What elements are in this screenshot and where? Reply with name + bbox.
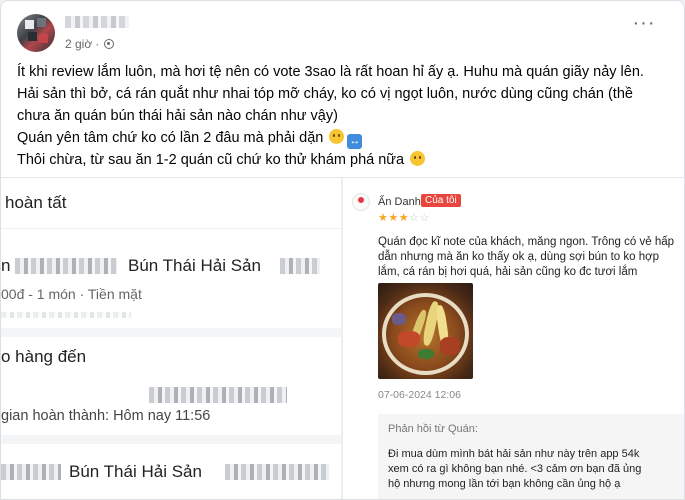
star-empty-icon: ☆ — [409, 212, 420, 224]
delivered-label: o hàng đến — [1, 347, 87, 366]
frowning-face-emoji — [410, 151, 426, 166]
order-status: hoàn tất — [5, 193, 67, 212]
order-payment: 00đ - 1 món · Tiền mặt — [1, 286, 142, 302]
more-options-icon[interactable]: ··· — [629, 13, 659, 37]
redacted-text — [1, 464, 61, 480]
shop-reply: Phản hồi từ Quán: Đi mua dùm mình bát hả… — [378, 414, 684, 499]
star-filled-icon: ★ — [378, 212, 389, 224]
post-line: chưa ăn quán bún thái hải sản nào chán n… — [17, 108, 338, 124]
star-filled-icon: ★ — [398, 212, 410, 224]
redacted-text — [149, 387, 287, 403]
globe-icon — [104, 39, 115, 49]
post-line: Hải sản thì bở, cá rán quắt như nhai tóp… — [17, 86, 633, 102]
redacted-text — [280, 258, 320, 274]
post-line-with-emoji: Thôi chừa, từ sau ăn 1-2 quán cũ chứ ko … — [17, 149, 677, 171]
smiling-face-emoji — [329, 129, 345, 144]
reviewer-avatar — [352, 193, 370, 211]
completed-time: gian hoàn thành: Hôm nay 11:56 — [1, 408, 211, 424]
star-empty-icon: ☆ — [419, 212, 430, 224]
rating-stars: ★★★☆☆ — [378, 211, 430, 224]
review-date: 07-06-2024 12:06 — [378, 389, 461, 401]
shop-prefix: n — [1, 256, 11, 275]
post-line-with-emoji: Quán yên tâm chứ ko có lần 2 đâu mà phải… — [17, 129, 363, 149]
shop-name-2: Bún Thái Hải Sản — [69, 462, 202, 481]
reply-title: Phản hồi từ Quán: — [388, 423, 478, 435]
redacted-text — [225, 464, 329, 480]
post-time[interactable]: 2 giờ — [65, 37, 92, 51]
shop-name: Bún Thái Hải Sản — [128, 256, 261, 275]
order-screenshot: hoàn tất n Bún Thái Hải Sản 00đ - 1 món … — [1, 178, 341, 499]
post-line: Ít khi review lắm luôn, mà hơi tệ nên có… — [17, 64, 644, 80]
author-name-redacted[interactable] — [65, 16, 129, 28]
star-filled-icon: ★ — [388, 212, 399, 224]
left-right-arrow-emoji: ↔ — [347, 134, 363, 149]
review-screenshot: Ẩn Danh Của tôi ★★★☆☆ Quán đọc kĩ note c… — [343, 178, 684, 499]
own-review-badge: Của tôi — [421, 194, 461, 207]
post-attached-image[interactable]: hoàn tất n Bún Thái Hải Sản 00đ - 1 món … — [1, 177, 684, 499]
review-food-photo — [378, 283, 473, 379]
post-meta: 2 giờ · — [65, 37, 115, 51]
review-comment: Quán đọc kĩ note của khách, măng ngon. T… — [378, 236, 675, 278]
post-text: Ít khi review lắm luôn, mà hơi tệ nên có… — [17, 61, 677, 171]
redacted-text — [15, 258, 117, 274]
author-avatar[interactable] — [17, 14, 55, 52]
reviewer-name: Ẩn Danh — [378, 196, 421, 208]
reply-text: Đi mua dùm mình bát hải sản như này trên… — [388, 448, 642, 490]
facebook-post: 2 giờ · ··· Ít khi review lắm luôn, mà h… — [0, 0, 685, 500]
